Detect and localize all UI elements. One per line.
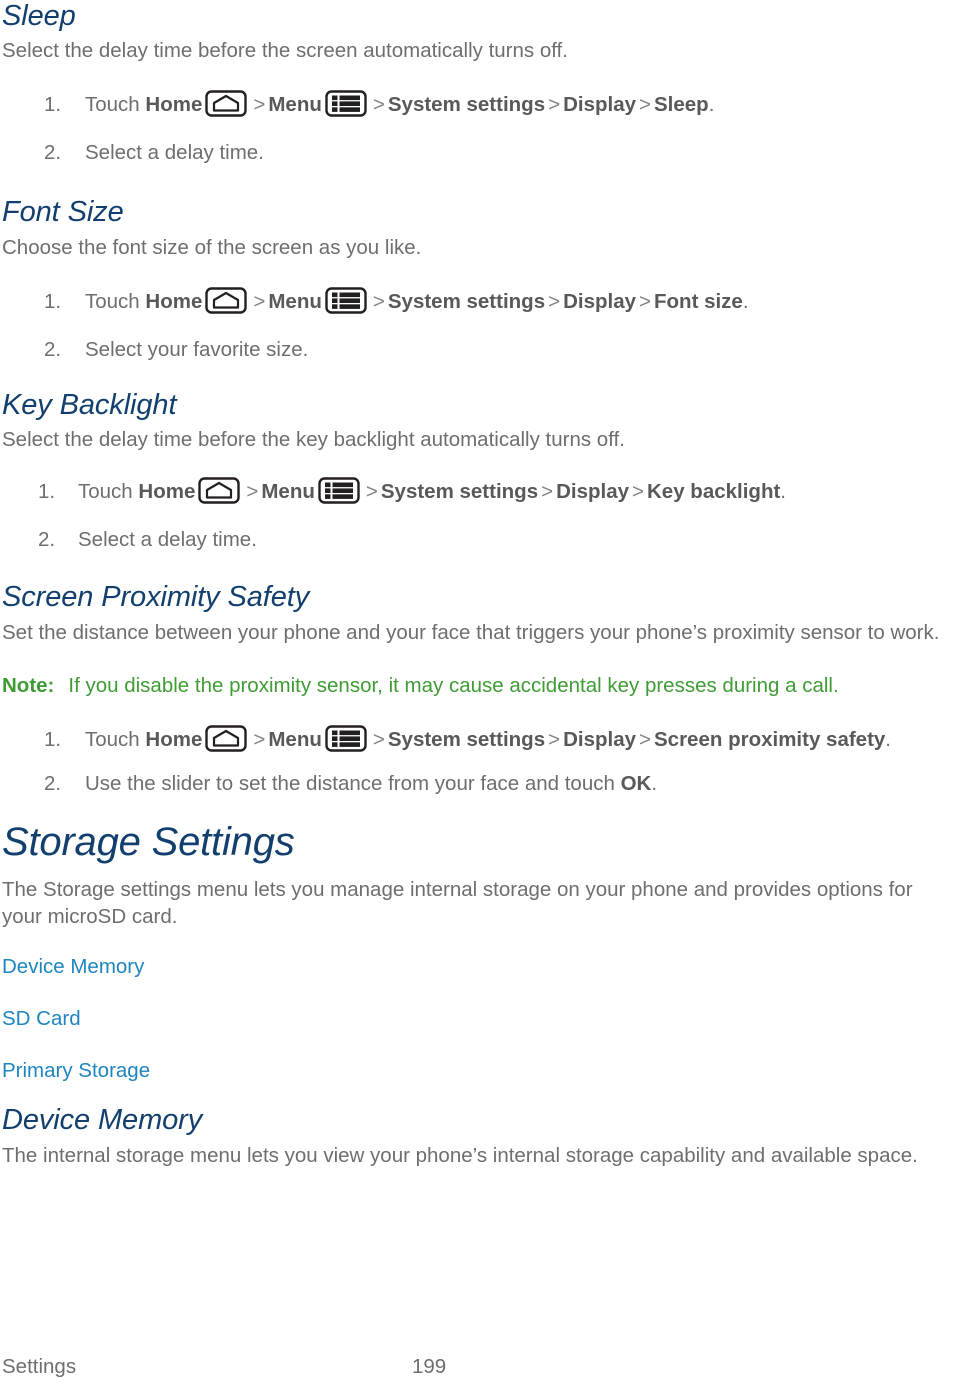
note-block: Note: If you disable the proximity senso… <box>2 672 954 699</box>
step-bold-display: Display <box>563 727 637 751</box>
footer-section-label: Settings <box>2 1355 77 1378</box>
home-icon <box>205 725 248 752</box>
step-period: . <box>708 93 715 117</box>
note-text: If you disable the proximity sensor, it … <box>68 673 839 697</box>
document-page: Sleep Select the delay time before the s… <box>0 0 962 1394</box>
step-bold-target: Screen proximity safety <box>654 727 886 751</box>
step-bold-system-settings: System settings <box>387 93 546 117</box>
separator-chevron: > <box>548 93 561 117</box>
link-primary-storage[interactable]: Primary Storage <box>2 1058 954 1084</box>
separator-chevron: > <box>632 480 644 504</box>
step-bold-home: Home <box>145 289 203 313</box>
heading-sleep: Sleep <box>2 0 76 32</box>
menu-icon <box>325 725 367 752</box>
separator-chevron: > <box>548 289 561 313</box>
separator-chevron: > <box>372 727 385 751</box>
separator-chevron: > <box>548 727 561 751</box>
step-text: Select a delay time. <box>78 528 257 552</box>
separator-chevron: > <box>246 480 259 504</box>
step-bold-system-settings: System settings <box>387 289 546 313</box>
step-item: 2. Select a delay time. <box>2 525 954 555</box>
separator-chevron: > <box>253 289 266 313</box>
step-number: 1. <box>44 289 62 313</box>
separator-chevron: > <box>365 480 378 504</box>
step-bold-target: Font size <box>654 289 743 313</box>
step-item: 2. Select your favorite size. <box>2 335 954 365</box>
step-bold-target: Key backlight <box>647 480 781 504</box>
step-bold-menu: Menu <box>268 289 322 313</box>
paragraph-font-size-intro: Choose the font size of the screen as yo… <box>2 235 422 259</box>
menu-icon <box>325 287 367 314</box>
step-bold-display: Display <box>563 289 637 313</box>
separator-chevron: > <box>639 727 651 751</box>
step-text: Select a delay time. <box>85 141 264 165</box>
step-bold-menu: Menu <box>261 480 315 504</box>
step-bold-system-settings: System settings <box>387 727 546 751</box>
heading-storage-settings: Storage Settings <box>2 819 295 864</box>
step-number: 1. <box>44 727 62 751</box>
step-bold-display: Display <box>563 93 637 117</box>
step-bold-home: Home <box>145 93 203 117</box>
home-icon <box>205 90 248 118</box>
paragraph-key-backlight-intro: Select the delay time before the key bac… <box>2 428 625 452</box>
step-bold-target: Sleep <box>654 93 709 117</box>
step-number: 2. <box>44 141 62 165</box>
step-text-touch: Touch <box>78 480 139 504</box>
step-item: 1. Touch Home > Menu > System settings > Displa… <box>2 477 954 507</box>
separator-chevron: > <box>372 93 385 117</box>
paragraph-storage-settings-intro: The Storage settings menu lets you manag… <box>2 878 913 929</box>
steps-screen-proximity: 1. Touch Home > Menu > System settings > Displa… <box>2 725 954 799</box>
steps-font-size: 1. Touch Home > Menu > System settings > Displa… <box>2 287 954 365</box>
separator-chevron: > <box>541 480 554 504</box>
step-text-touch: Touch <box>85 727 146 751</box>
menu-icon <box>325 90 367 118</box>
step-number: 2. <box>44 337 62 361</box>
footer-page-number: 199 <box>412 1355 447 1378</box>
link-sd-card[interactable]: SD Card <box>2 1006 954 1032</box>
step-bold-ok: OK <box>620 771 652 795</box>
paragraph-device-memory-intro: The internal storage menu lets you view … <box>2 1143 918 1167</box>
step-text-touch: Touch <box>85 289 146 313</box>
step-bold-system-settings: System settings <box>380 480 539 504</box>
heading-device-memory: Device Memory <box>2 1104 203 1137</box>
paragraph-sleep-intro: Select the delay time before the screen … <box>2 39 568 63</box>
step-item: 1. Touch Home > Menu > System settings > Displa… <box>2 90 954 120</box>
step-period: . <box>780 480 786 504</box>
steps-key-backlight: 1. Touch Home > Menu > System settings > Displa… <box>2 477 954 555</box>
step-number: 1. <box>44 93 62 117</box>
step-item: 2. Select a delay time. <box>2 138 954 168</box>
paragraph-screen-proximity-intro: Set the distance between your phone and … <box>2 620 940 644</box>
separator-chevron: > <box>639 289 651 313</box>
step-number: 2. <box>38 528 56 552</box>
separator-chevron: > <box>639 93 651 117</box>
separator-chevron: > <box>253 727 266 751</box>
link-device-memory[interactable]: Device Memory <box>2 954 954 980</box>
step-text-touch: Touch <box>85 93 146 117</box>
step-text: Select your favorite size. <box>85 337 309 361</box>
home-icon <box>205 287 248 314</box>
home-icon <box>198 477 241 505</box>
steps-sleep: 1. Touch Home > Menu > System settings > Displa… <box>2 90 954 168</box>
step-item: 1. Touch Home > Menu > System settings > Displa… <box>2 725 954 755</box>
step-item: 1. Touch Home > Menu > System settings > Displa… <box>2 287 954 317</box>
heading-key-backlight: Key Backlight <box>2 388 177 421</box>
separator-chevron: > <box>372 289 385 313</box>
step-text-before: Use the slider to set the distance from … <box>85 771 621 795</box>
menu-icon <box>318 477 360 505</box>
step-text-after: . <box>651 771 658 795</box>
step-bold-display: Display <box>556 480 630 504</box>
heading-screen-proximity-safety: Screen Proximity Safety <box>2 581 310 614</box>
step-period: . <box>742 289 749 313</box>
step-bold-home: Home <box>145 727 203 751</box>
step-item: 2. Use the slider to set the distance fro… <box>2 769 954 799</box>
heading-font-size: Font Size <box>2 196 124 229</box>
step-bold-home: Home <box>138 480 196 504</box>
step-number: 1. <box>38 480 56 504</box>
step-bold-menu: Menu <box>268 727 322 751</box>
separator-chevron: > <box>253 93 266 117</box>
step-number: 2. <box>44 771 62 795</box>
step-period: . <box>885 727 891 751</box>
step-bold-menu: Menu <box>268 93 322 117</box>
note-label: Note: <box>2 673 55 697</box>
